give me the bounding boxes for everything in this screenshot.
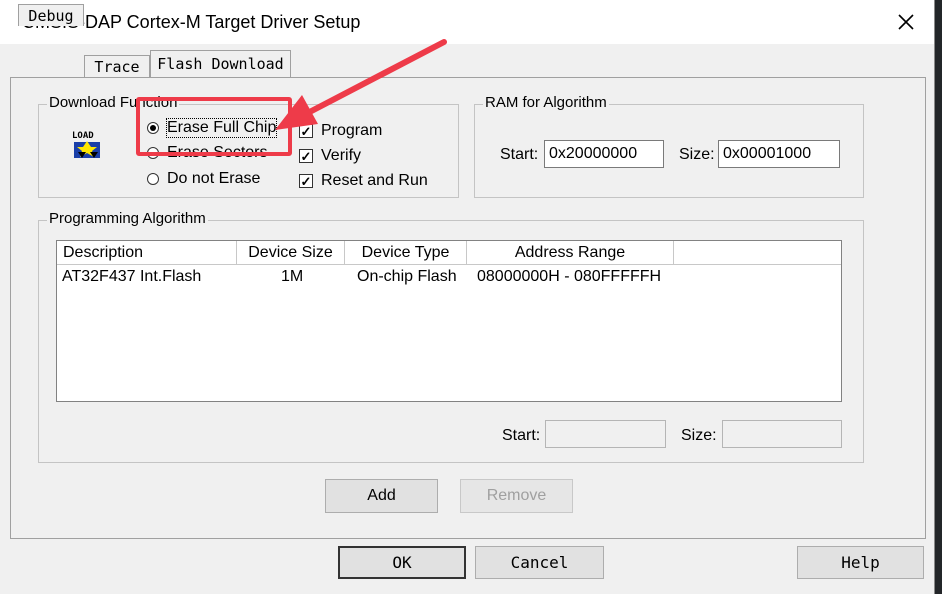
tab-flash-download[interactable]: Flash Download xyxy=(150,50,291,77)
tab-flash-download-label: Flash Download xyxy=(157,55,284,73)
annotation-arrow-icon xyxy=(275,39,447,130)
dialog-window: CMSIS-DAP Cortex-M Target Driver Setup D… xyxy=(0,0,935,594)
